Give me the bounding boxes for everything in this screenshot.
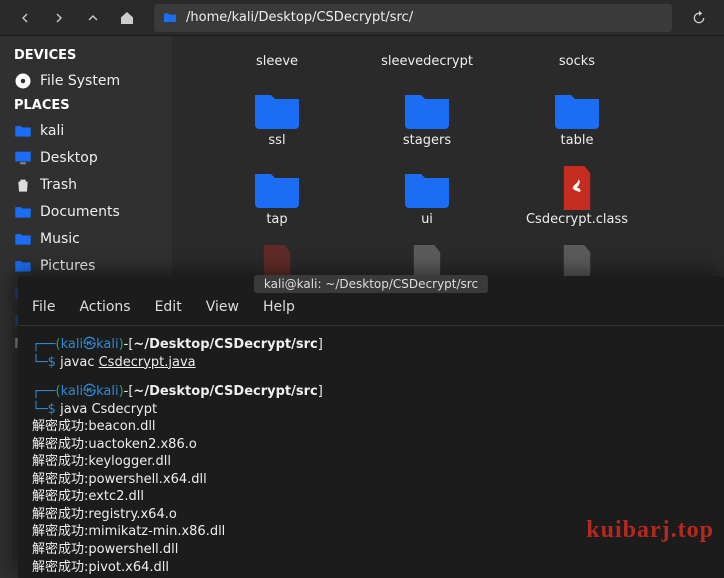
- arrow-right-icon: [51, 10, 67, 26]
- back-button[interactable]: [8, 3, 42, 33]
- output-line: 解密成功:uactoken2.x86.o: [32, 436, 710, 454]
- folder-item[interactable]: stagers: [352, 89, 502, 148]
- java-class-icon: [559, 166, 595, 210]
- sidebar-item-label: Trash: [40, 177, 77, 193]
- brand-watermark: kuibarj.top: [586, 517, 714, 544]
- folder-music-icon: [14, 230, 32, 248]
- prompt-line: ┌──(kali㉿kali)-[~/Desktop/CSDecrypt/src]: [32, 383, 710, 401]
- forward-button[interactable]: [42, 3, 76, 33]
- path-bar[interactable]: /home/kali/Desktop/CSDecrypt/src/: [154, 4, 672, 32]
- output-line: 解密成功:powershell.x64.dll: [32, 471, 710, 489]
- output-line: 解密成功:keylogger.dll: [32, 453, 710, 471]
- command-line: └─$ java Csdecrypt: [32, 401, 710, 419]
- folder-icon: [251, 89, 303, 129]
- sidebar-item-desktop[interactable]: Desktop: [0, 144, 172, 171]
- folder-docs-icon: [14, 203, 32, 221]
- menu-view[interactable]: View: [206, 299, 239, 319]
- home-icon: [119, 10, 135, 26]
- output-line: 解密成功:pivot.x64.dll: [32, 559, 710, 577]
- sidebar-item-label: Music: [40, 231, 80, 247]
- reload-icon: [691, 10, 707, 26]
- terminal-title: kali@kali: ~/Desktop/CSDecrypt/src: [254, 275, 488, 293]
- sidebar-item-label: kali: [40, 123, 64, 139]
- folder-item[interactable]: tap: [202, 168, 352, 227]
- folder-item[interactable]: sleeve: [202, 46, 352, 69]
- folder-item[interactable]: ui: [352, 168, 502, 227]
- devices-header: DEVICES: [0, 44, 172, 67]
- folder-icon: [551, 89, 603, 129]
- command-line: └─$ javac Csdecrypt.java: [32, 354, 710, 372]
- sidebar-item-music[interactable]: Music: [0, 225, 172, 252]
- sidebar-item-filesystem[interactable]: File System: [0, 67, 172, 94]
- sidebar-item-documents[interactable]: Documents: [0, 198, 172, 225]
- folder-item[interactable]: socks: [502, 46, 652, 69]
- sidebar-item-kali[interactable]: kali: [0, 117, 172, 144]
- folder-icon: [401, 168, 453, 208]
- up-button[interactable]: [76, 3, 110, 33]
- sidebar-item-pictures[interactable]: Pictures: [0, 252, 172, 279]
- fm-toolbar: /home/kali/Desktop/CSDecrypt/src/: [0, 0, 724, 36]
- folder-item[interactable]: ssl: [202, 89, 352, 148]
- reload-button[interactable]: [682, 3, 716, 33]
- disk-icon: [14, 72, 32, 90]
- output-line: 解密成功:extc2.dll: [32, 488, 710, 506]
- sidebar-item-label: File System: [40, 73, 120, 89]
- path-text: /home/kali/Desktop/CSDecrypt/src/: [186, 10, 413, 25]
- sidebar-item-trash[interactable]: Trash: [0, 171, 172, 198]
- sidebar-item-label: Documents: [40, 204, 120, 220]
- folder-home-icon: [14, 122, 32, 140]
- sidebar-item-label: Pictures: [40, 258, 95, 274]
- sidebar-item-label: Desktop: [40, 150, 98, 166]
- prompt-line: ┌──(kali㉿kali)-[~/Desktop/CSDecrypt/src]: [32, 336, 710, 354]
- folder-item[interactable]: table: [502, 89, 652, 148]
- output-line: 解密成功:beacon.dll: [32, 418, 710, 436]
- menu-edit[interactable]: Edit: [155, 299, 182, 319]
- folder-item[interactable]: sleevedecrypt: [352, 46, 502, 69]
- menu-help[interactable]: Help: [263, 299, 295, 319]
- arrow-left-icon: [17, 10, 33, 26]
- folder-icon: [251, 168, 303, 208]
- folder-icon: [401, 89, 453, 129]
- file-item-class[interactable]: Csdecrypt.class: [502, 168, 652, 227]
- home-button[interactable]: [110, 3, 144, 33]
- arrow-up-icon: [85, 10, 101, 26]
- menu-file[interactable]: File: [32, 299, 55, 319]
- trash-icon: [14, 176, 32, 194]
- folder-icon: [162, 10, 178, 26]
- menu-actions[interactable]: Actions: [79, 299, 130, 319]
- places-header: PLACES: [0, 94, 172, 117]
- folder-pictures-icon: [14, 257, 32, 275]
- desktop-icon: [14, 149, 32, 167]
